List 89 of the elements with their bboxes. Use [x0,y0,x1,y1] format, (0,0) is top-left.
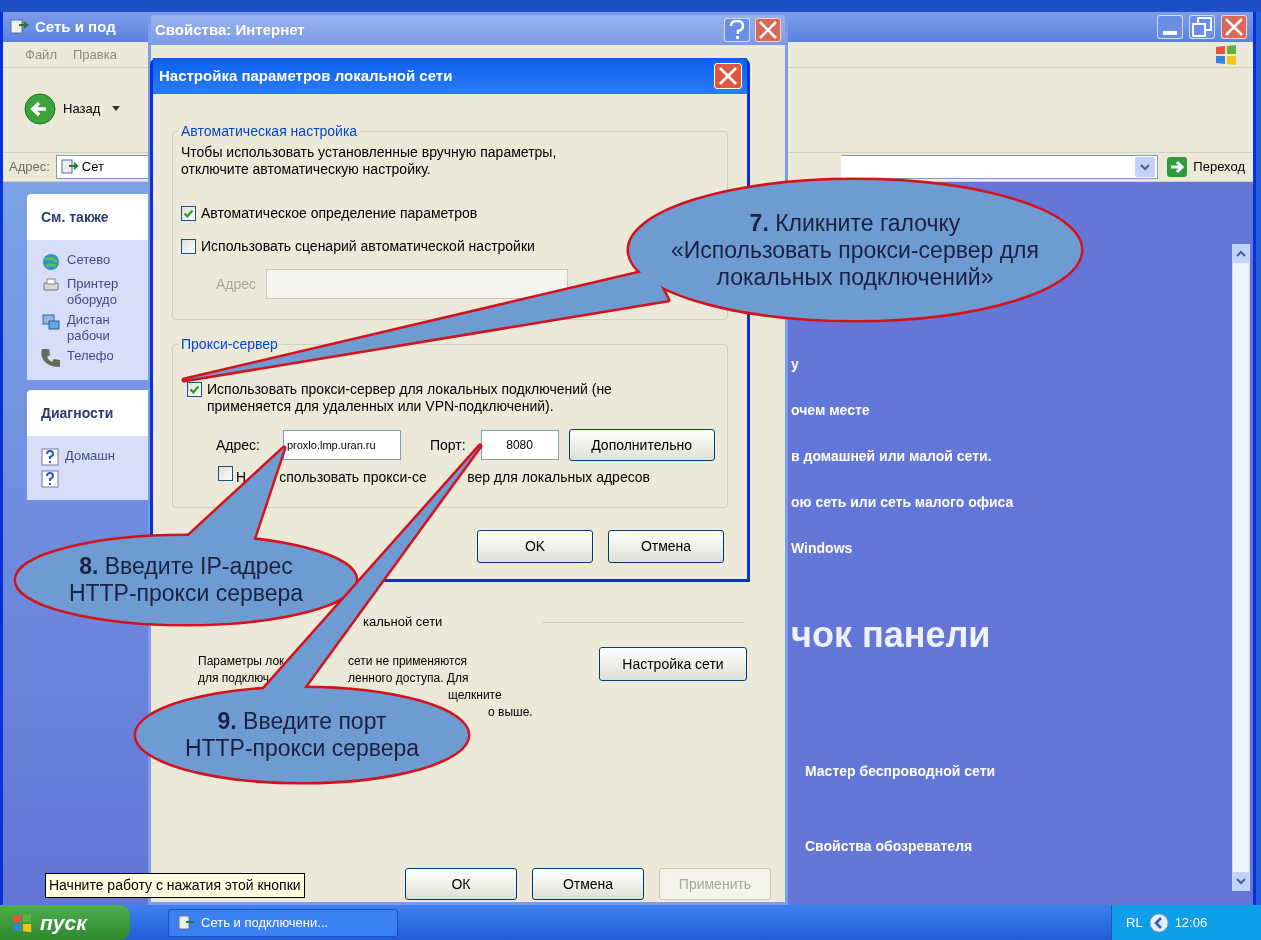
minimize-button[interactable] [1157,15,1183,39]
panel-link[interactable]: Домашн [65,448,115,464]
input-field[interactable]: proxlo.lmp.uran.ru [282,430,401,460]
dialog-button[interactable]: Отмена [608,530,724,563]
panel-link[interactable]: Дистан рабочи [67,312,110,344]
group-label: Прокси-сервер [180,335,279,354]
question-mark-icon [727,20,747,40]
windows-logo-icon [1213,42,1239,67]
network-icon [9,17,29,37]
checkbox-label: спользовать прокси-се [279,469,427,485]
window-title: Сеть и под [35,16,116,37]
scroll-up-icon[interactable] [1233,245,1249,263]
callout-text: 9. Введите порт HTTP-прокси сервера [184,708,420,762]
chevron-left-icon[interactable] [1148,912,1169,933]
checkbox-label: вер для локальных адресов [467,469,651,485]
windows-logo-icon [10,911,34,934]
paragraph-text: щелкните [448,687,502,702]
close-icon [1224,17,1244,37]
lan-settings-button[interactable]: Настройка сети [599,647,747,681]
task-link[interactable]: у [791,354,799,374]
close-button[interactable] [1221,15,1247,39]
checkbox[interactable] [218,466,233,481]
paragraph-text: для подключ [198,670,270,685]
computers-icon [41,312,61,332]
scroll-down-icon[interactable] [1233,872,1249,890]
field-value: 8080 [506,437,533,454]
advanced-button[interactable]: Дополнительно [568,429,715,461]
checkbox[interactable] [187,382,202,397]
checkbox[interactable] [181,206,196,221]
checkbox-label: Н [236,469,247,485]
close-icon [718,66,738,86]
group-label: Автоматическая настройка [180,122,359,141]
checkbox-label: Использовать сценарий автоматической настройки [201,238,535,255]
panel-title: См. также [41,207,109,227]
panel-link[interactable]: Принтер оборудо [67,276,119,308]
paragraph-text: о выше. [488,704,533,719]
callout-text: 8. Введите IP-адрес HTTP-прокси сервера [68,553,304,607]
window-title: Свойства: Интернет [155,19,305,40]
caret-icon[interactable] [112,106,121,112]
network-icon [59,158,78,176]
address-value: Сет [81,158,104,177]
back-button[interactable]: Назад [63,99,101,119]
scrollbar[interactable] [1232,244,1250,891]
paragraph-text: Параметры лок [198,653,285,668]
field-value: proxlo.lmp.uran.ru [286,437,376,453]
section-heading: чок панели [791,614,991,656]
paragraph-text: сети не применяются [348,653,467,668]
dialog-title: Настройка параметров локальной сети [159,65,453,86]
callout-text: 7. Кликните галочку «Использовать прокси-сервер для локальных подключений» [671,209,1039,291]
dialog-button[interactable]: OK [477,530,593,563]
field-label: Порт: [429,435,466,455]
clock: 12:06 [1174,913,1208,932]
minimize-icon [1163,31,1177,35]
close-button[interactable] [714,63,742,89]
start-button[interactable]: пуск [0,905,130,940]
address-label: Адрес: [8,158,51,177]
panel-link[interactable]: Телефо [67,348,114,364]
maximize-button[interactable] [1189,15,1215,39]
checkbox-label: Использовать прокси-сервер для локальных подключений (не применяется для удаленных или VPN-подключений). [207,381,612,415]
task-link[interactable]: Windows [791,538,853,558]
input-field[interactable]: 8080 [480,430,559,460]
task-link[interactable]: ою сеть или сеть малого офиса [791,492,1014,512]
dialog-button[interactable]: Отмена [532,868,644,900]
task-link[interactable]: в домашней или малой сети. [791,446,992,466]
taskbar-button[interactable]: Сеть и подключени... [168,908,398,937]
close-button[interactable] [755,18,781,42]
checkbox-label: Автоматическое определение параметров [201,205,478,222]
help-button[interactable] [724,18,750,42]
paragraph-text: ленного доступа. Для [348,670,469,685]
checkbox[interactable] [181,239,196,254]
panel-link[interactable]: Сетево [67,252,111,268]
field-label: Адрес [216,274,257,294]
restore-icon [1192,17,1212,37]
help-icon [41,470,59,488]
task-link[interactable]: Мастер беспроводной сети [805,761,996,781]
dialog-button[interactable]: ОК [405,868,517,900]
task-link[interactable]: очем месте [791,400,870,420]
field-label: Адрес: [216,435,260,455]
panel-title: Диагности [41,403,114,423]
back-icon[interactable] [23,92,57,126]
tooltip: Начните работу с нажатия этой кнопки [45,873,305,898]
group-label: кальной сети [363,613,443,632]
help-icon [41,448,59,466]
go-button[interactable]: Переход [1193,157,1245,177]
network-icon [177,913,195,932]
globe-icon [41,252,61,272]
task-link[interactable]: Свойства обозревателя [805,836,973,856]
close-icon [758,20,778,40]
phone-icon [41,348,61,368]
